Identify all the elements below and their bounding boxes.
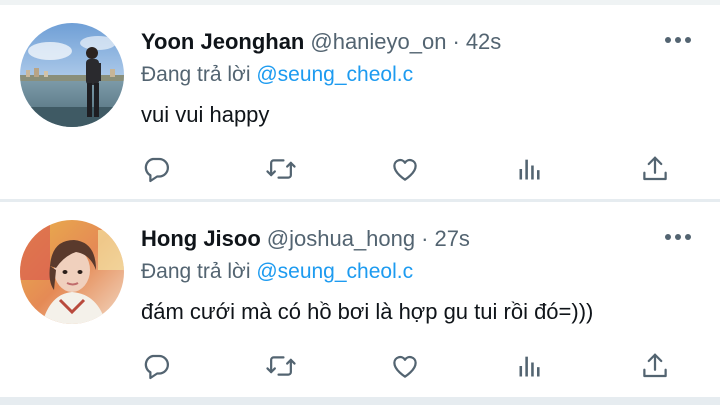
- reply-context: Đang trả lời @seung_cheol.c: [141, 63, 413, 87]
- more-options-icon[interactable]: [664, 230, 692, 244]
- reply-mention-link[interactable]: @seung_cheol.c: [256, 260, 413, 283]
- reply-icon[interactable]: [138, 348, 174, 384]
- reply-icon[interactable]: [138, 151, 174, 187]
- timestamp[interactable]: 27s: [434, 226, 469, 252]
- separator-dot: ·: [452, 29, 460, 54]
- avatar[interactable]: [20, 220, 124, 324]
- reply-context: Đang trả lời @seung_cheol.c: [141, 260, 413, 284]
- avatar[interactable]: [20, 23, 124, 127]
- tweet-feed: Yoon Jeonghan @hanieyo_on · 42s Đang trả…: [0, 0, 720, 405]
- action-bar: [141, 151, 681, 187]
- views-icon[interactable]: [512, 348, 548, 384]
- retweet-icon[interactable]: [263, 151, 299, 187]
- share-icon[interactable]: [637, 348, 673, 384]
- retweet-icon[interactable]: [263, 348, 299, 384]
- display-name[interactable]: Hong Jisoo: [141, 226, 261, 252]
- tweet-header: Yoon Jeonghan @hanieyo_on · 42s: [141, 29, 501, 59]
- divider: [0, 397, 720, 405]
- separator-dot: ·: [421, 226, 429, 251]
- tweet-card[interactable]: Yoon Jeonghan @hanieyo_on · 42s Đang trả…: [0, 5, 720, 199]
- tweet-text: vui vui happy: [141, 102, 270, 127]
- share-icon[interactable]: [637, 151, 673, 187]
- tweet-header: Hong Jisoo @joshua_hong · 27s: [141, 226, 470, 256]
- user-handle[interactable]: @hanieyo_on: [310, 29, 446, 55]
- tweet-card[interactable]: Hong Jisoo @joshua_hong · 27s Đang trả l…: [0, 202, 720, 396]
- action-bar: [141, 348, 681, 384]
- avatar-photo-portrait: [20, 220, 124, 324]
- timestamp[interactable]: 42s: [466, 29, 501, 55]
- reply-prefix: Đang trả lời: [141, 63, 251, 86]
- display-name[interactable]: Yoon Jeonghan: [141, 29, 304, 55]
- like-icon[interactable]: [387, 151, 423, 187]
- views-icon[interactable]: [512, 151, 548, 187]
- reply-prefix: Đang trả lời: [141, 260, 251, 283]
- like-icon[interactable]: [387, 348, 423, 384]
- reply-mention-link[interactable]: @seung_cheol.c: [256, 63, 413, 86]
- avatar-photo-lakeside: [20, 23, 124, 127]
- tweet-text: đám cưới mà có hồ bơi là hợp gu tui rồi …: [141, 299, 594, 324]
- more-options-icon[interactable]: [664, 33, 692, 47]
- user-handle[interactable]: @joshua_hong: [267, 226, 415, 252]
